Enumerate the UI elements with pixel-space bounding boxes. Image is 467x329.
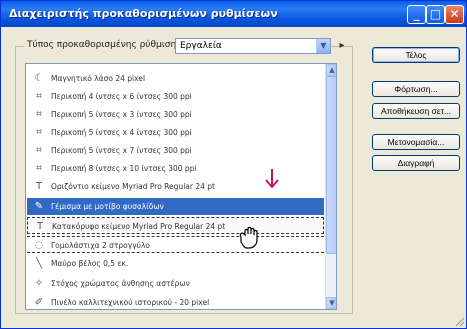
list-item[interactable]: ⌗ Περικοπή 4 ίντσες x 6 ίντσες 300 ppi bbox=[27, 88, 324, 105]
scroll-up-icon[interactable]: ▲ bbox=[326, 64, 336, 76]
preset-manager-window: Διαχειριστής προκαθορισμένων ρυθμίσεων _… bbox=[0, 0, 467, 329]
list-item-label: Μαγνητικό λάσο 24 pixel bbox=[51, 74, 146, 83]
close-button[interactable]: ✕ bbox=[445, 5, 464, 24]
window-title: Διαχειριστής προκαθορισμένων ρυθμίσεων bbox=[9, 7, 278, 20]
vertical-scrollbar[interactable]: ▲ ▼ bbox=[325, 64, 336, 309]
eraser-icon: ◌ bbox=[34, 240, 44, 251]
minimize-button[interactable]: _ bbox=[407, 5, 426, 24]
list-item[interactable]: T Οριζόντιο κείμενο Myriad Pro Regular 24… bbox=[27, 178, 324, 195]
brush-icon: ✎ bbox=[34, 201, 44, 212]
pencil-icon: ╲ bbox=[35, 258, 43, 269]
save-set-button[interactable]: Αποθήκευση σετ... bbox=[372, 103, 460, 119]
done-button[interactable]: Τέλος bbox=[372, 47, 460, 63]
list-item[interactable]: ⌗ Περικοπή 5 ίντσες x 7 ίντσες 300 ppi bbox=[27, 142, 324, 159]
resize-grip-icon[interactable] bbox=[453, 315, 465, 327]
grab-hand-cursor-icon bbox=[239, 226, 258, 249]
chevron-down-icon[interactable]: ▼ bbox=[316, 39, 330, 53]
list-item[interactable]: ✧ Στόχος χρώματος άνθησης αστέρων bbox=[27, 275, 324, 292]
flyout-menu-icon[interactable]: ▸ bbox=[335, 39, 349, 53]
type-icon: T bbox=[36, 221, 44, 232]
crop-icon: ⌗ bbox=[36, 127, 42, 138]
list-item[interactable]: ⌗ Περικοπή 5 ίντσες x 3 ίντσες 300 ppi bbox=[27, 106, 324, 123]
list-item[interactable]: ☾ Μαγνητικό λάσο 24 pixel bbox=[27, 70, 324, 87]
load-button[interactable]: Φόρτωση... bbox=[372, 81, 460, 97]
magnetic-lasso-icon: ☾ bbox=[34, 73, 44, 84]
list-item-label: Γομολάστιχα 2 στρογγύλο bbox=[51, 241, 150, 250]
list-item[interactable]: ⌗ Περικοπή 8 ίντσες x 10 ίντσες 300 ppi bbox=[27, 160, 324, 177]
crop-icon: ⌗ bbox=[36, 145, 42, 156]
title-bar[interactable]: Διαχειριστής προκαθορισμένων ρυθμίσεων _… bbox=[1, 1, 466, 27]
list-item-label: Περικοπή 5 ίντσες x 4 ίντσες 300 ppi bbox=[51, 128, 192, 137]
list-item[interactable]: ◌ Γομολάστιχα 2 στρογγύλο bbox=[27, 236, 324, 253]
star-icon: ✧ bbox=[34, 278, 44, 289]
preset-type-select[interactable]: Εργαλεία ▼ bbox=[175, 38, 331, 54]
list-item-label: Κατακόρυφο κείμενο Myriad Pro Regular 24… bbox=[52, 222, 226, 231]
delete-button[interactable]: Διαγραφή bbox=[372, 155, 460, 171]
list-item[interactable]: T Κατακόρυφο κείμενο Myriad Pro Regular 2… bbox=[27, 217, 324, 234]
maximize-button[interactable]: □ bbox=[426, 5, 445, 24]
crop-icon: ⌗ bbox=[36, 163, 42, 174]
list-item[interactable]: ⌗ Περικοπή 5 ίντσες x 4 ίντσες 300 ppi bbox=[27, 124, 324, 141]
list-item-label: Περικοπή 4 ίντσες x 6 ίντσες 300 ppi bbox=[51, 92, 192, 101]
crop-icon: ⌗ bbox=[36, 109, 42, 120]
list-item-label: Οριζόντιο κείμενο Myriad Pro Regular 24 … bbox=[51, 182, 215, 191]
list-item-label: Περικοπή 5 ίντσες x 7 ίντσες 300 ppi bbox=[51, 146, 192, 155]
list-item-label: Μαύρο βέλος 0,5 εκ. bbox=[51, 259, 129, 268]
list-item-label: Στόχος χρώματος άνθησης αστέρων bbox=[51, 279, 190, 288]
scroll-down-icon[interactable]: ▼ bbox=[326, 297, 336, 309]
type-icon: T bbox=[35, 181, 43, 192]
preset-type-value: Εργαλεία bbox=[180, 41, 222, 51]
list-item-label: Περικοπή 8 ίντσες x 10 ίντσες 300 ppi bbox=[51, 164, 197, 173]
scrollbar-thumb[interactable] bbox=[326, 76, 336, 254]
history-brush-icon: ✐ bbox=[34, 297, 44, 308]
list-item[interactable]: ✐ Πινέλο καλλιτεχνικού ιστορικού - 20 pix… bbox=[27, 294, 324, 309]
list-item-label: Περικοπή 5 ίντσες x 3 ίντσες 300 ppi bbox=[51, 110, 192, 119]
list-item-label: Πινέλο καλλιτεχνικού ιστορικού - 20 pixe… bbox=[51, 298, 210, 307]
rename-button[interactable]: Μετονομασία... bbox=[372, 134, 460, 150]
preset-list[interactable]: ✐ Πινέλο καλλιτεχνικού ιστορικού - 20 pix… bbox=[25, 63, 337, 310]
list-item[interactable]: ✎ Γέμισμα με μοτίβο φυσαλίδων bbox=[27, 198, 324, 215]
drop-target-arrow-icon bbox=[265, 169, 279, 189]
list-item[interactable]: ╲ Μαύρο βέλος 0,5 εκ. bbox=[27, 255, 324, 272]
preset-type-label: Τύπος προκαθορισμένης ρύθμισης: bbox=[24, 40, 188, 50]
crop-icon: ⌗ bbox=[36, 91, 42, 102]
list-item-label: Γέμισμα με μοτίβο φυσαλίδων bbox=[51, 202, 164, 211]
